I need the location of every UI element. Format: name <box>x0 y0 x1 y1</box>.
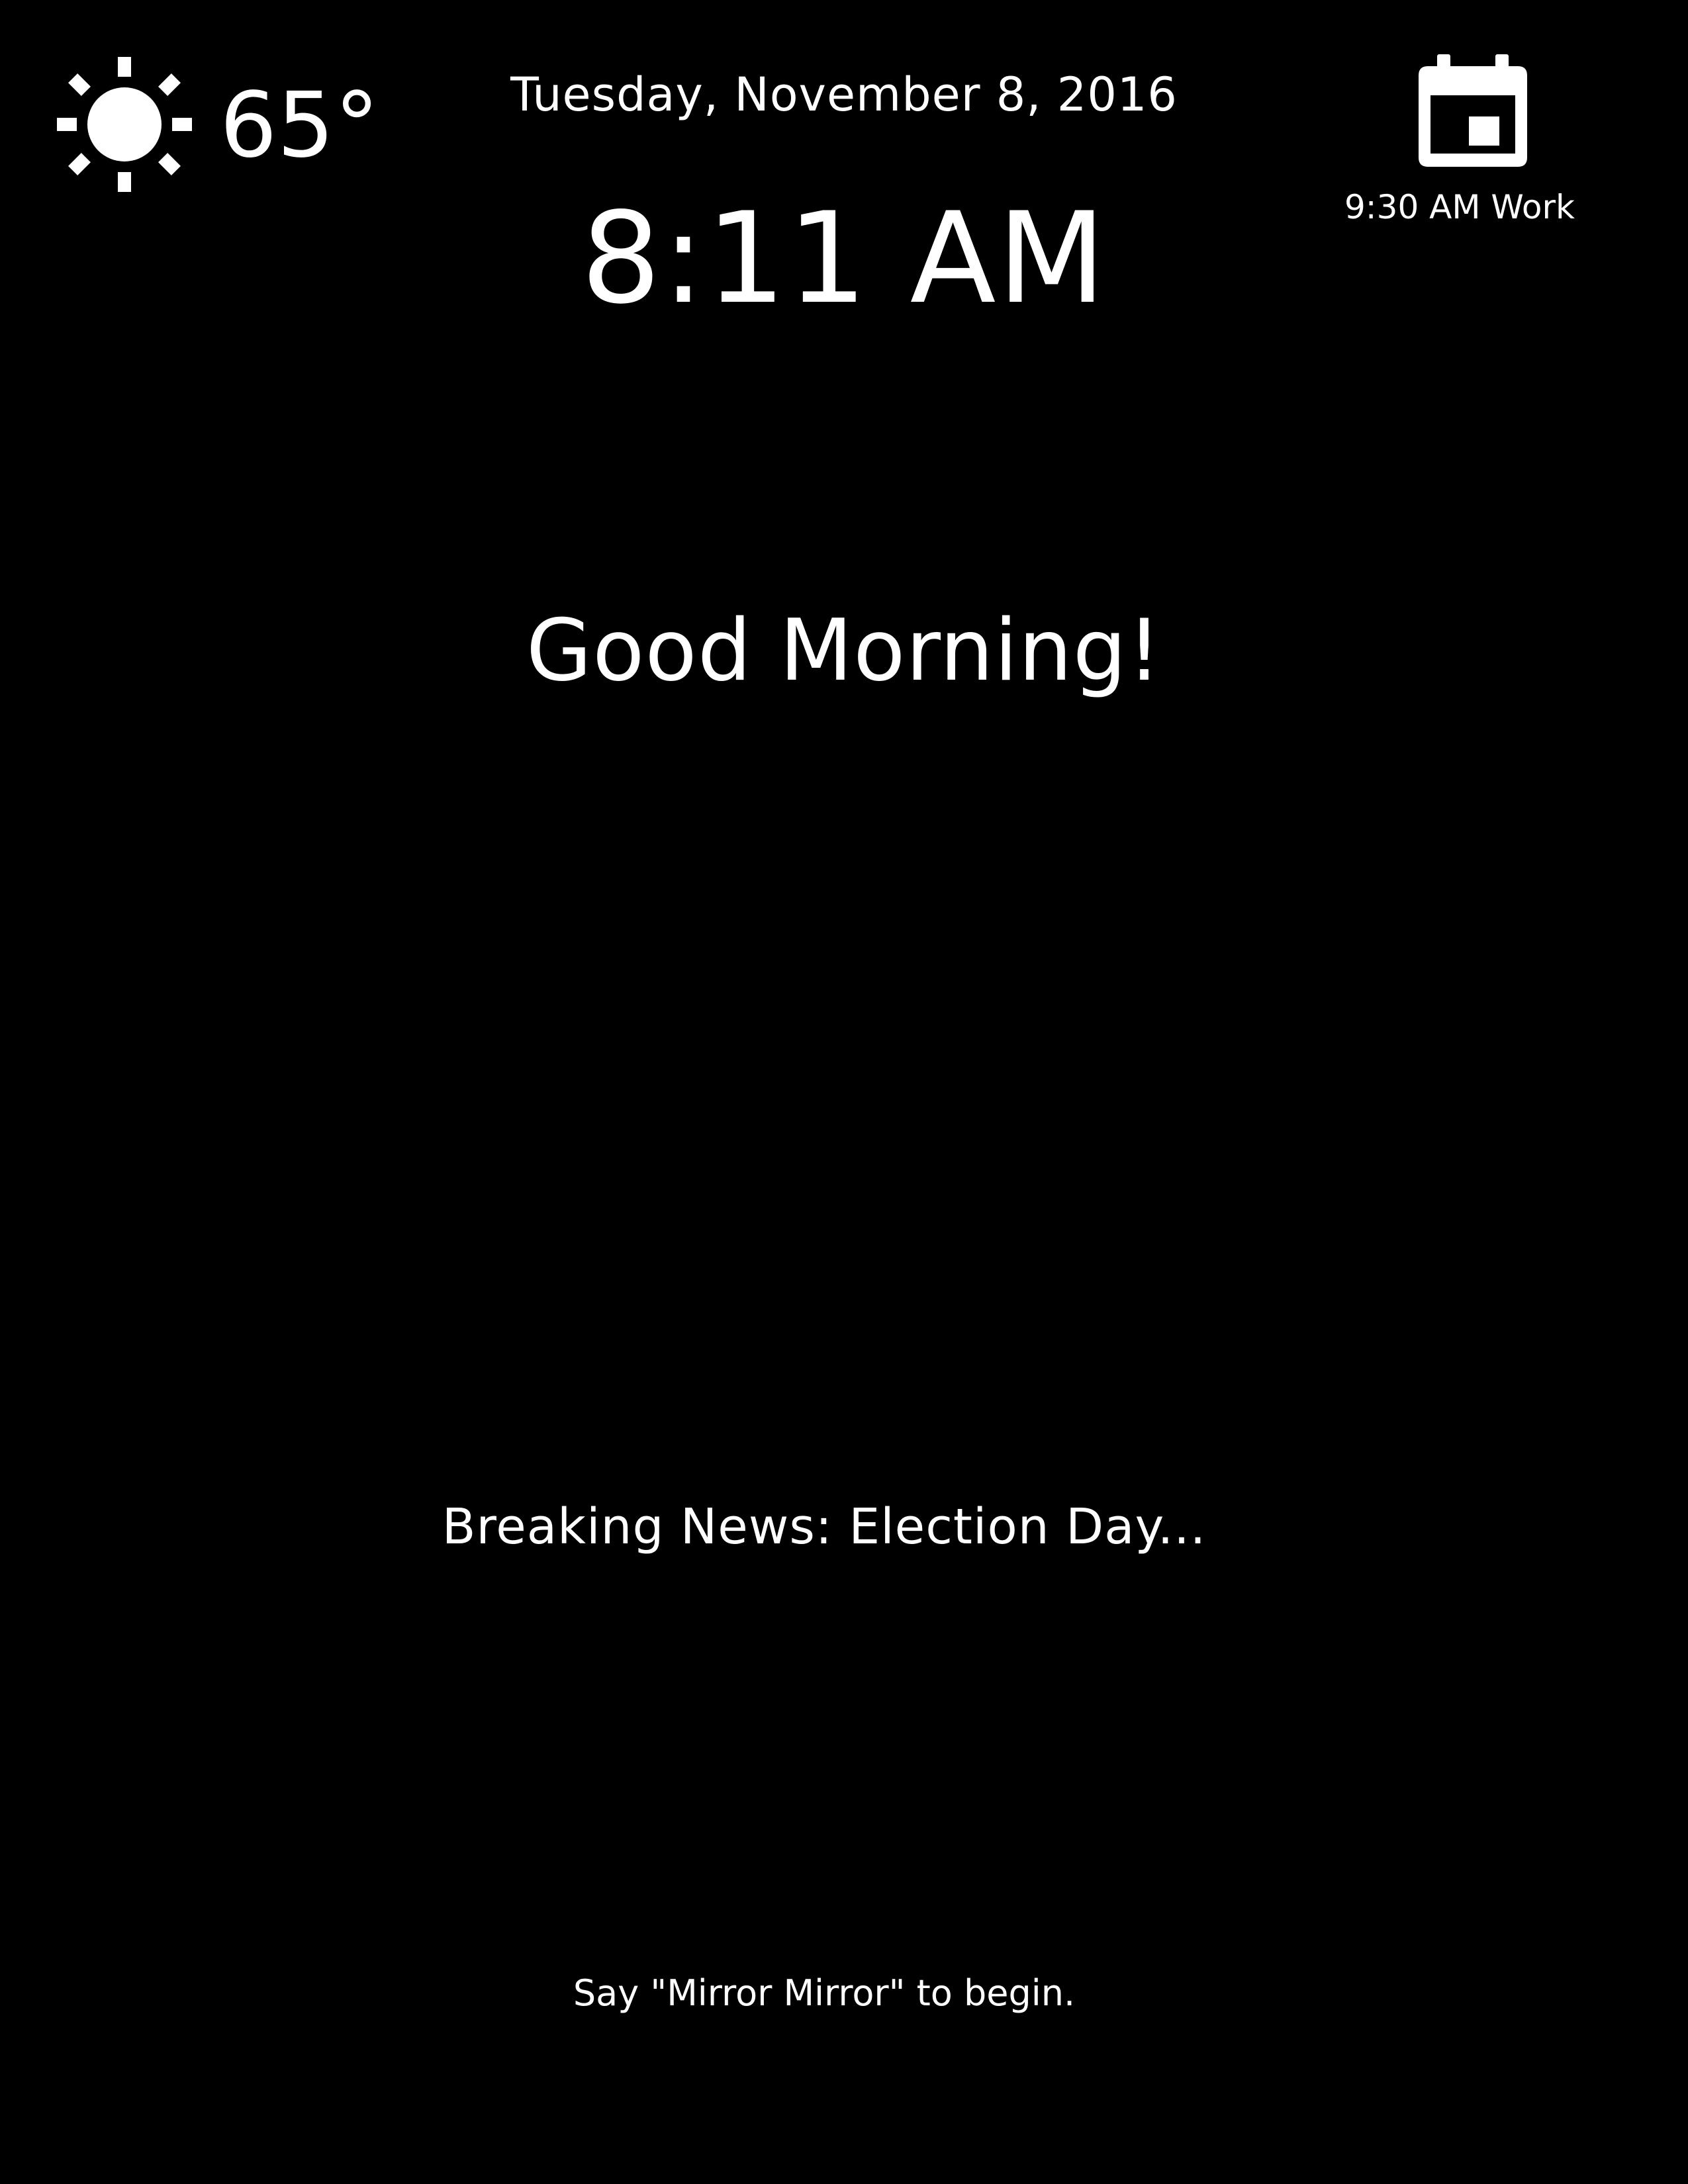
calendar-event: 9:30 AM Work <box>1344 188 1575 226</box>
greeting-text: Good Morning! <box>526 602 1162 700</box>
calendar-widget: 9:30 AM Work <box>1311 52 1635 224</box>
news-headline: Breaking News: Election Day... <box>442 1498 1207 1555</box>
voice-prompt: Say "Mirror Mirror" to begin. <box>573 1972 1076 2014</box>
calendar-icon <box>1419 54 1527 167</box>
